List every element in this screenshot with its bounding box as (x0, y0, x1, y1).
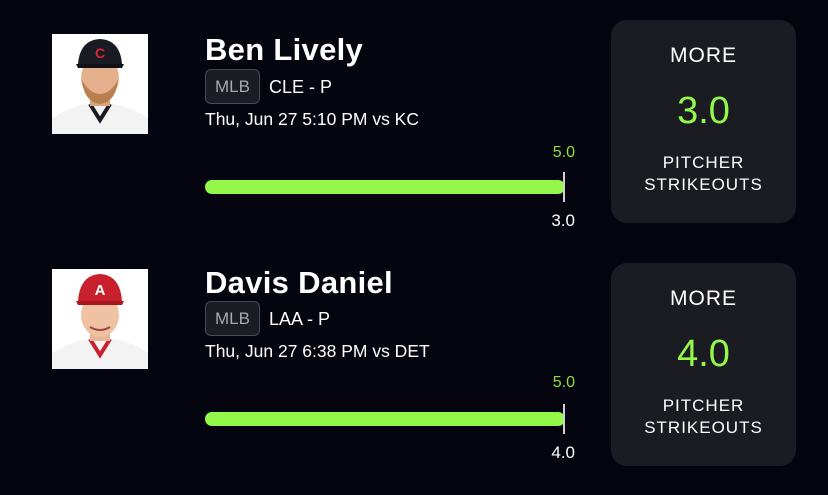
stat-type: PITCHER STRIKEOUTS (611, 395, 796, 439)
svg-text:A: A (95, 282, 106, 299)
league-badge: MLB (205, 301, 260, 336)
projection-bar-track (205, 180, 565, 194)
pick-row-1[interactable]: C Ben Lively MLB CLE - P Thu, Jun 27 5:1… (0, 0, 828, 240)
player-photo: A (52, 269, 148, 369)
pick-line-value: 3.0 (677, 90, 730, 132)
bar-max-label: 5.0 (552, 374, 575, 391)
league-badge: MLB (205, 69, 260, 104)
player-name: Davis Daniel (205, 265, 393, 300)
stat-type-line1: PITCHER (662, 153, 745, 172)
game-time: Thu, Jun 27 5:10 PM vs KC (205, 109, 419, 129)
pick-direction: MORE (670, 44, 737, 67)
player-name: Ben Lively (205, 32, 364, 67)
projection-bar-fill (205, 412, 565, 426)
stat-type-line1: PITCHER (662, 396, 745, 415)
game-time: Thu, Jun 27 6:38 PM vs DET (205, 341, 430, 361)
svg-text:C: C (95, 45, 105, 61)
more-pick-card[interactable]: MORE 3.0 PITCHER STRIKEOUTS (611, 20, 796, 223)
stat-type: PITCHER STRIKEOUTS (611, 152, 796, 196)
pick-row-2[interactable]: A Davis Daniel MLB LAA - P Thu, Jun 27 6… (0, 240, 828, 480)
team-position: LAA - P (269, 309, 331, 329)
pick-line-value: 4.0 (677, 333, 730, 375)
pick-direction: MORE (670, 287, 737, 310)
stat-type-line2: STRIKEOUTS (644, 418, 763, 437)
bar-marker (563, 404, 565, 434)
team-position: CLE - P (269, 77, 333, 97)
bar-value-label: 4.0 (551, 443, 575, 462)
projection-bar-fill (205, 180, 565, 194)
bar-marker (563, 172, 565, 202)
bar-max-label: 5.0 (552, 144, 575, 161)
more-pick-card[interactable]: MORE 4.0 PITCHER STRIKEOUTS (611, 263, 796, 466)
bar-value-label: 3.0 (551, 211, 575, 230)
player-photo: C (52, 34, 148, 134)
projection-bar-track (205, 412, 565, 426)
stat-type-line2: STRIKEOUTS (644, 175, 763, 194)
